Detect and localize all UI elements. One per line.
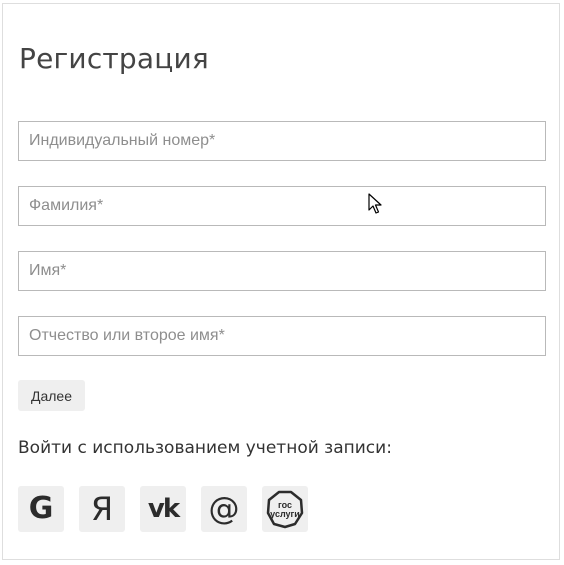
- registration-panel: Регистрация Далее Войти с использованием…: [2, 3, 560, 560]
- individual-number-input[interactable]: [18, 121, 546, 161]
- mail-ru-icon: @: [208, 490, 240, 527]
- yandex-login-button[interactable]: Я: [79, 486, 125, 532]
- gosuslugi-text-bottom: услуги: [270, 509, 300, 519]
- last-name-input[interactable]: [18, 186, 546, 226]
- google-login-button[interactable]: G: [18, 486, 64, 532]
- page-title: Регистрация: [19, 42, 209, 75]
- vk-login-button[interactable]: vk: [140, 486, 186, 532]
- gosuslugi-login-button[interactable]: гос услуги: [262, 486, 308, 532]
- yandex-icon: Я: [90, 490, 114, 528]
- gosuslugi-icon: гос услуги: [266, 490, 304, 529]
- google-icon: G: [28, 491, 54, 526]
- middle-name-input[interactable]: [18, 316, 546, 356]
- next-button[interactable]: Далее: [18, 380, 85, 411]
- mouse-cursor-icon: [368, 193, 382, 214]
- mail-ru-login-button[interactable]: @: [201, 486, 247, 532]
- first-name-input[interactable]: [18, 251, 546, 291]
- social-login-label: Войти с использованием учетной записи:: [18, 438, 392, 458]
- vk-icon: vk: [147, 494, 180, 524]
